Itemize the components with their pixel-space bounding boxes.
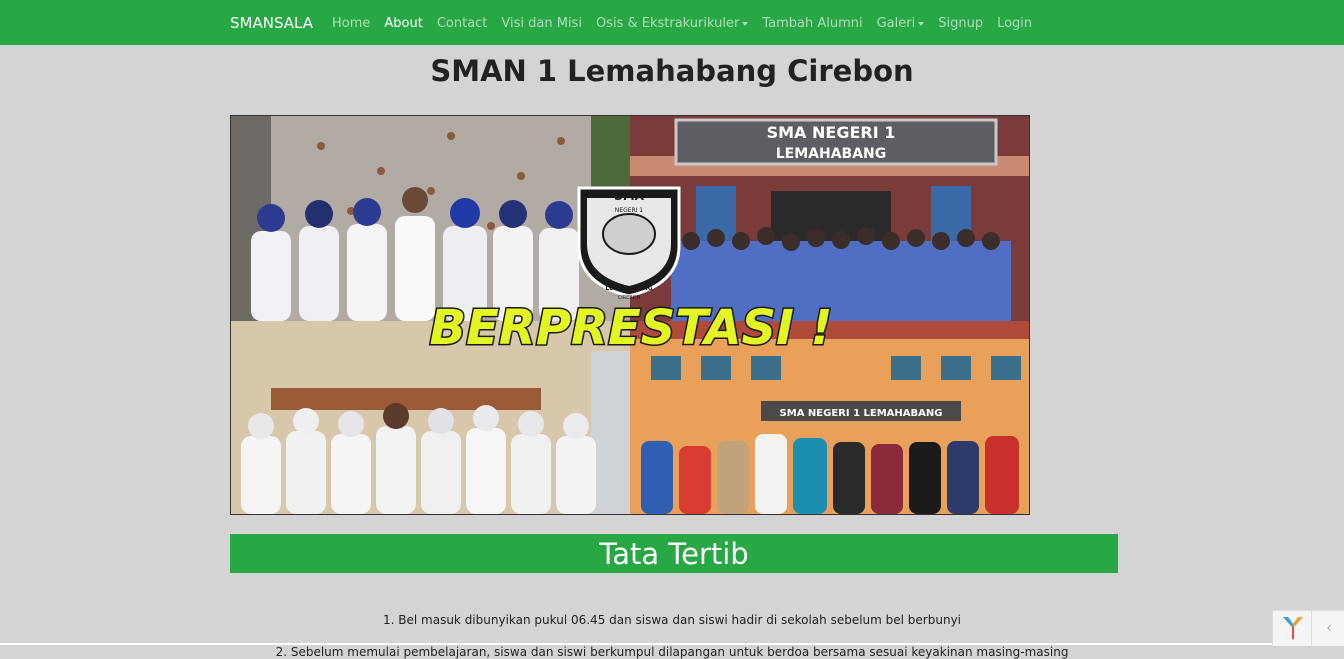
banner-collage: SMA NEGERI 1 LEMAHABANG SMA NEGERI 1 LEM…: [231, 116, 1029, 514]
nav-links: Home About Contact Visi dan Misi Osis & …: [332, 16, 1032, 31]
logo-bottom-text-1: LEMAHABANG: [605, 285, 652, 292]
nav-osis-dropdown[interactable]: Osis & Ekstrakurikuler: [595, 16, 749, 31]
banner-sign-line1: SMA NEGERI 1: [767, 123, 896, 142]
nav-galeri-label: Galeri: [876, 16, 916, 31]
nav-osis-label: Osis & Ekstrakurikuler: [595, 16, 740, 31]
rule-item-1: 1. Bel masuk dibunyikan pukul 06.45 dan …: [383, 613, 961, 627]
nav-tambah-alumni[interactable]: Tambah Alumni: [762, 16, 862, 31]
school-banner-image: SMA NEGERI 1 LEMAHABANG SMA NEGERI 1 LEM…: [230, 115, 1030, 515]
caret-down-icon: [742, 21, 749, 26]
nav-visi-misi[interactable]: Visi dan Misi: [501, 16, 582, 31]
banner-headline: BERPRESTASI !: [429, 300, 832, 356]
nav-galeri-dropdown[interactable]: Galeri: [877, 16, 925, 31]
logo-sub-text: NEGERI 1: [615, 207, 644, 214]
navbar: SMANSALA Home About Contact Visi dan Mis…: [0, 0, 1344, 45]
nav-signup[interactable]: Signup: [938, 16, 983, 31]
nav-login[interactable]: Login: [997, 16, 1032, 31]
rule-item-2: 2. Sebelum memulai pembelajaran, siswa d…: [275, 645, 1069, 659]
section-title-tata-tertib: Tata Tertib: [230, 534, 1118, 573]
yii-logo-icon[interactable]: [1281, 615, 1305, 645]
banner-bottom-sign: SMA NEGERI 1 LEMAHABANG: [780, 408, 943, 419]
banner-sign-line2: LEMAHABANG: [776, 146, 887, 162]
brand-link[interactable]: SMANSALA: [230, 14, 313, 32]
nav-home[interactable]: Home: [332, 16, 370, 31]
page-title: SMAN 1 Lemahabang Cirebon: [430, 54, 914, 88]
nav-contact[interactable]: Contact: [437, 16, 488, 31]
caret-down-icon: [918, 21, 925, 26]
logo-top-text: SMA: [614, 189, 645, 203]
nav-about[interactable]: About: [384, 16, 422, 31]
debug-toolbar[interactable]: ‹: [1272, 610, 1344, 646]
chevron-left-icon[interactable]: ‹: [1311, 611, 1344, 646]
